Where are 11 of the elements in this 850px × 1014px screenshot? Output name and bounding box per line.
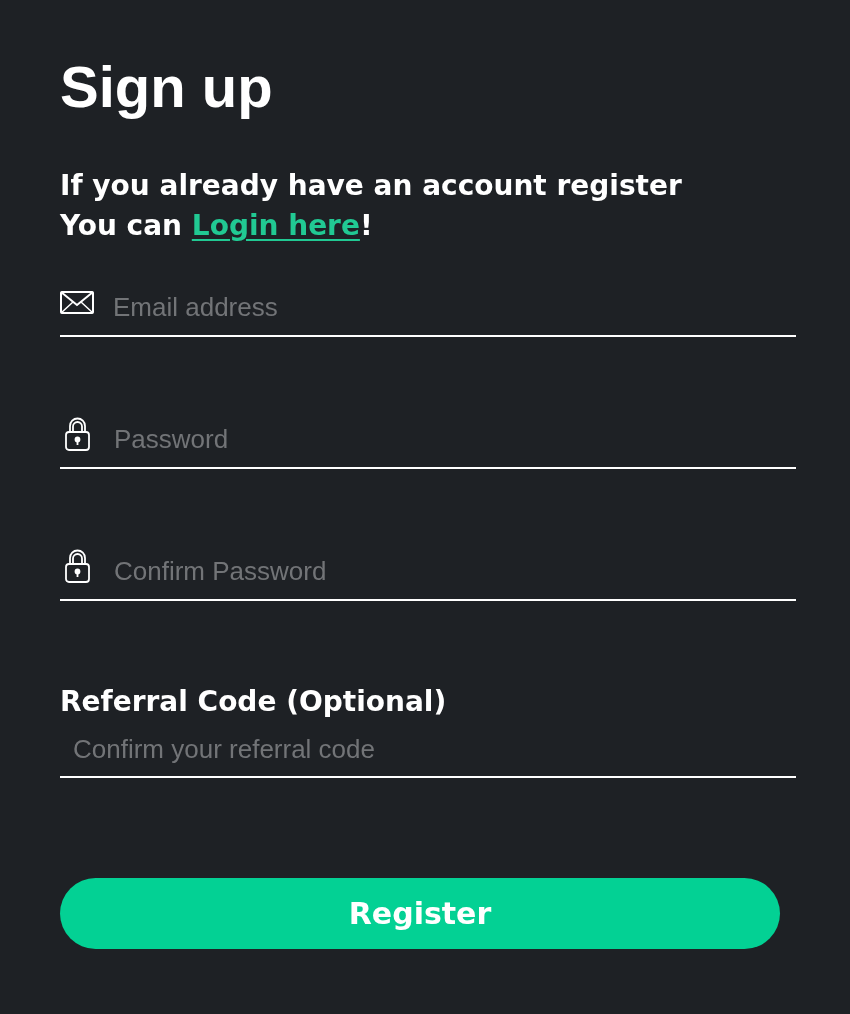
intro-text: If you already have an account register <box>60 168 682 204</box>
password-input[interactable]: Password <box>114 419 796 459</box>
password-input[interactable]: Confirm Password <box>114 551 796 591</box>
lock-icon <box>65 549 90 583</box>
login-link[interactable]: Login here <box>191 209 360 242</box>
envelope-icon <box>60 290 94 314</box>
referral-label: Referral Code (Optional) <box>60 684 447 720</box>
referral-input[interactable]: Confirm your referral code <box>60 730 796 778</box>
email-input[interactable]: Email address <box>113 287 796 327</box>
login-prompt: You can Login here! <box>60 208 373 244</box>
lock-icon <box>65 417 90 451</box>
